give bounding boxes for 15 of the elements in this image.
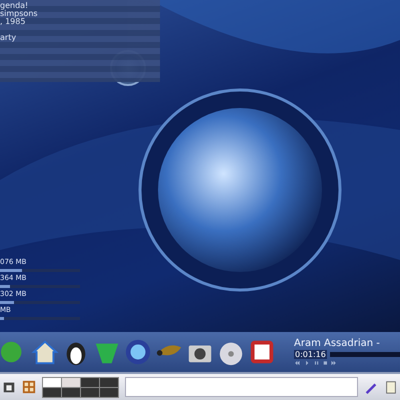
desktop-pager[interactable] xyxy=(42,376,119,398)
agenda-line: genda! xyxy=(0,2,28,10)
clipboard-icon[interactable] xyxy=(384,380,398,394)
house-icon[interactable] xyxy=(31,338,59,366)
orb-icon[interactable] xyxy=(124,338,152,366)
agenda-line: simpsons xyxy=(0,10,39,18)
visualizer-bar xyxy=(330,352,400,357)
application-icon[interactable] xyxy=(2,380,16,394)
document-icon[interactable] xyxy=(248,338,276,366)
playback-controls-icon[interactable] xyxy=(294,360,338,366)
agenda-line: , 1985 xyxy=(0,18,26,26)
elapsed-time: 0:01:16 xyxy=(294,350,327,359)
agenda-line: arty xyxy=(0,34,18,42)
window-icon[interactable] xyxy=(22,380,36,394)
track-title: Aram Assadrian - xyxy=(294,338,381,349)
